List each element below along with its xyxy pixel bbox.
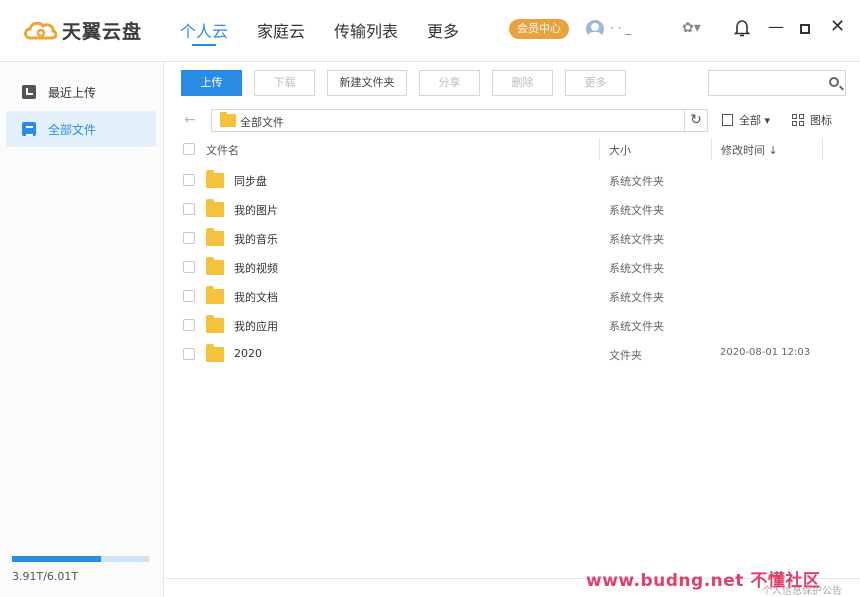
row-checkbox[interactable] — [183, 261, 195, 273]
file-type: 系统文件夹 — [609, 175, 664, 188]
share-button[interactable]: 分享 — [419, 70, 480, 96]
main-nav: 个人云 家庭云 传输列表 更多 — [180, 18, 488, 48]
column-divider — [711, 138, 712, 160]
table-row[interactable]: 同步盘 系统文件夹 — [165, 166, 860, 195]
view-mode-label: 图标 — [810, 114, 832, 127]
sidebar-item-all-files[interactable]: 全部文件 — [6, 111, 156, 147]
close-icon[interactable]: ✕ — [830, 16, 845, 37]
file-name[interactable]: 2020 — [234, 347, 262, 360]
storage-progress-bar — [12, 556, 149, 562]
table-row[interactable]: 2020 文件夹 2020-08-01 12:03 — [165, 340, 860, 369]
file-type: 系统文件夹 — [609, 233, 664, 246]
column-divider — [599, 138, 600, 160]
maximize-icon[interactable] — [800, 24, 810, 34]
filter-dropdown[interactable]: 全部 ▾ — [722, 112, 770, 128]
more-button[interactable]: 更多 — [565, 70, 626, 96]
column-header-modified[interactable]: 修改时间 ↓ — [721, 142, 778, 158]
upload-button[interactable]: 上传 — [181, 70, 242, 96]
app-title: 天翼云盘 — [62, 20, 143, 43]
cloud-logo-icon — [24, 21, 58, 40]
username[interactable]: · · _ — [610, 21, 631, 35]
app-logo: 天翼云盘 — [22, 16, 142, 44]
file-name[interactable]: 我的视频 — [234, 260, 278, 276]
file-type: 系统文件夹 — [609, 320, 664, 333]
table-row[interactable]: 我的音乐 系统文件夹 — [165, 224, 860, 253]
search-icon[interactable] — [829, 77, 839, 87]
skin-icon[interactable]: ✿▾ — [682, 20, 701, 36]
file-name[interactable]: 我的图片 — [234, 202, 278, 218]
file-type: 系统文件夹 — [609, 291, 664, 304]
row-checkbox[interactable] — [183, 290, 195, 302]
path-text: 全部文件 — [240, 116, 284, 129]
nav-family-cloud[interactable]: 家庭云 — [257, 18, 305, 48]
file-type: 文件夹 — [609, 349, 642, 362]
file-type: 系统文件夹 — [609, 262, 664, 275]
column-header-size[interactable]: 大小 — [609, 142, 631, 158]
file-modified-time: 2020-08-01 12:03 — [720, 347, 811, 358]
view-mode-toggle[interactable]: 图标 — [792, 112, 832, 128]
storage-progress-fill — [12, 556, 102, 562]
table-row[interactable]: 我的图片 系统文件夹 — [165, 195, 860, 224]
filter-label: 全部 ▾ — [739, 114, 771, 127]
folder-icon — [220, 112, 236, 127]
row-checkbox[interactable] — [183, 348, 195, 360]
sidebar-item-label: 全部文件 — [48, 122, 97, 137]
files-icon — [22, 122, 36, 136]
folder-icon — [206, 344, 224, 362]
folder-icon — [206, 286, 224, 304]
back-arrow-icon[interactable]: ← — [184, 112, 196, 128]
refresh-icon[interactable]: ↻ — [684, 110, 707, 131]
download-button[interactable]: 下载 — [254, 70, 315, 96]
toolbar: 上传 下载 新建文件夹 分享 删除 更多 — [181, 70, 638, 96]
sidebar-item-recent-uploads[interactable]: 最近上传 — [6, 74, 156, 110]
folder-icon — [206, 199, 224, 217]
clock-icon — [22, 85, 36, 99]
table-row[interactable]: 我的视频 系统文件夹 — [165, 253, 860, 282]
nav-personal-cloud[interactable]: 个人云 — [180, 18, 228, 48]
column-divider — [822, 138, 823, 160]
minimize-icon[interactable]: — — [768, 17, 784, 36]
new-folder-button[interactable]: 新建文件夹 — [327, 70, 407, 96]
bell-icon[interactable] — [734, 19, 750, 37]
title-bar: 天翼云盘 个人云 家庭云 传输列表 更多 会员中心 · · _ ✿▾ — ✕ — [0, 0, 860, 62]
row-checkbox[interactable] — [183, 203, 195, 215]
search-input[interactable] — [708, 70, 846, 96]
storage-usage-text: 3.91T/6.01T — [12, 570, 79, 583]
file-name[interactable]: 我的文档 — [234, 289, 278, 305]
row-checkbox[interactable] — [183, 174, 195, 186]
sidebar: 最近上传 全部文件 3.91T/6.01T — [0, 62, 164, 597]
table-row[interactable]: 我的应用 系统文件夹 — [165, 311, 860, 340]
folder-icon — [206, 228, 224, 246]
folder-icon — [206, 315, 224, 333]
copy-icon — [722, 114, 733, 126]
file-name[interactable]: 同步盘 — [234, 173, 267, 189]
grid-icon — [792, 114, 804, 126]
folder-icon — [206, 257, 224, 275]
path-bar[interactable]: 全部文件 ↻ — [211, 109, 708, 132]
watermark-text: www.budng.net 不懂社区 — [586, 571, 821, 591]
file-type: 系统文件夹 — [609, 204, 664, 217]
file-name[interactable]: 我的应用 — [234, 318, 278, 334]
row-checkbox[interactable] — [183, 232, 195, 244]
select-all-checkbox[interactable] — [183, 143, 195, 155]
delete-button[interactable]: 删除 — [492, 70, 553, 96]
vip-center-button[interactable]: 会员中心 — [509, 19, 569, 39]
folder-icon — [206, 170, 224, 188]
nav-transfer-list[interactable]: 传输列表 — [334, 18, 398, 48]
row-checkbox[interactable] — [183, 319, 195, 331]
avatar[interactable] — [586, 20, 604, 38]
sidebar-item-label: 最近上传 — [48, 85, 97, 100]
column-header-name[interactable]: 文件名 — [206, 142, 239, 158]
file-name[interactable]: 我的音乐 — [234, 231, 278, 247]
table-header: 文件名 大小 修改时间 ↓ — [165, 138, 860, 160]
table-row[interactable]: 我的文档 系统文件夹 — [165, 282, 860, 311]
nav-more[interactable]: 更多 — [427, 18, 459, 48]
